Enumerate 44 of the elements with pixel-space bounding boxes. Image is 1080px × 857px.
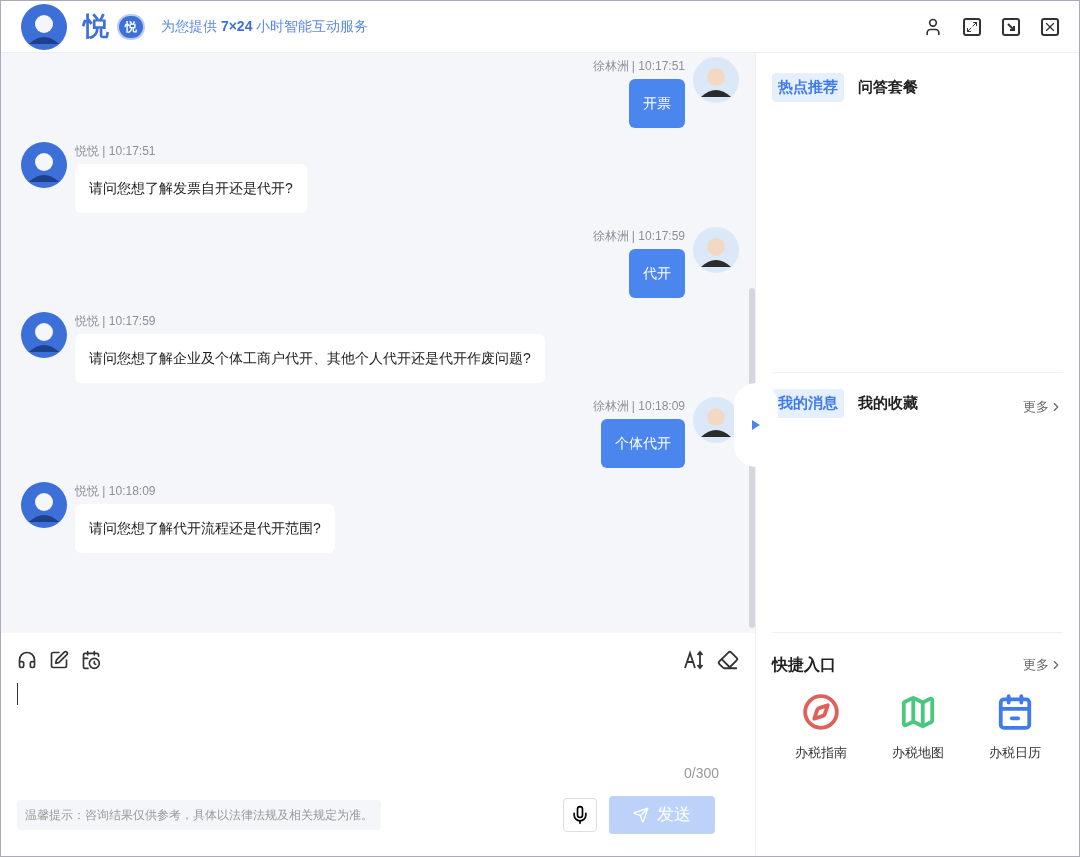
headset-icon[interactable]: [17, 650, 37, 670]
char-counter: 0/300: [683, 764, 719, 783]
panel-tab[interactable]: 问答套餐: [852, 73, 924, 102]
message-bubble: 代开: [629, 249, 685, 298]
shortcut-item[interactable]: 办税地图: [869, 693, 966, 763]
message-bubble: 开票: [629, 79, 685, 128]
bot-avatar: [21, 482, 67, 528]
maximize-icon[interactable]: [963, 17, 981, 36]
sender-time: 徐林洲 | 10:17:59: [592, 228, 685, 245]
calendar-clock-icon[interactable]: [81, 650, 101, 670]
section-title: 快捷入口: [772, 655, 836, 675]
bot-avatar: [21, 3, 67, 50]
more-link[interactable]: 更多: [1023, 655, 1063, 675]
tagline: 为您提供 7×24 小时智能互动服务: [161, 17, 369, 36]
brand-badge: 悦: [117, 13, 145, 40]
user-avatar: [693, 57, 739, 103]
more-link[interactable]: 更多: [1023, 397, 1063, 417]
panel-tab[interactable]: 我的收藏: [852, 389, 924, 418]
sender-time: 徐林洲 | 10:18:09: [592, 398, 685, 415]
bot-avatar: [21, 142, 67, 188]
user-avatar: [693, 227, 739, 273]
microphone-icon: [570, 805, 590, 825]
sender-time: 悦悦 | 10:17:59: [75, 313, 156, 330]
eraser-icon[interactable]: [717, 649, 739, 671]
bot-avatar: [21, 312, 67, 358]
user-icon[interactable]: [923, 16, 943, 37]
close-icon[interactable]: [1041, 17, 1059, 36]
message-bubble: 请问您想了解代开流程还是代开范围?: [75, 504, 335, 553]
message-bubble: 请问您想了解企业及个体工商户代开、其他个人代开还是代开作废问题?: [75, 334, 545, 383]
send-icon: [633, 807, 649, 823]
brand-logo: 悦: [83, 10, 109, 43]
voice-button[interactable]: [563, 798, 597, 832]
shortcut-item[interactable]: 办税指南: [772, 693, 869, 763]
shortcut-item[interactable]: 办税日历: [966, 693, 1063, 763]
font-size-icon[interactable]: [683, 650, 705, 670]
message-bubble: 请问您想了解发票自开还是代开?: [75, 164, 307, 213]
edit-icon[interactable]: [49, 650, 69, 670]
minimize-to-corner-icon[interactable]: [1001, 16, 1021, 37]
disclaimer-tip: 温馨提示：咨询结果仅供参考，具体以法律法规及相关规定为准。: [17, 800, 381, 830]
sender-time: 悦悦 | 10:18:09: [75, 483, 156, 500]
message-bubble: 个体代开: [601, 419, 685, 468]
triangle-right-icon: [752, 420, 760, 430]
sender-time: 徐林洲 | 10:17:51: [592, 58, 685, 75]
sender-time: 悦悦 | 10:17:51: [75, 143, 156, 160]
